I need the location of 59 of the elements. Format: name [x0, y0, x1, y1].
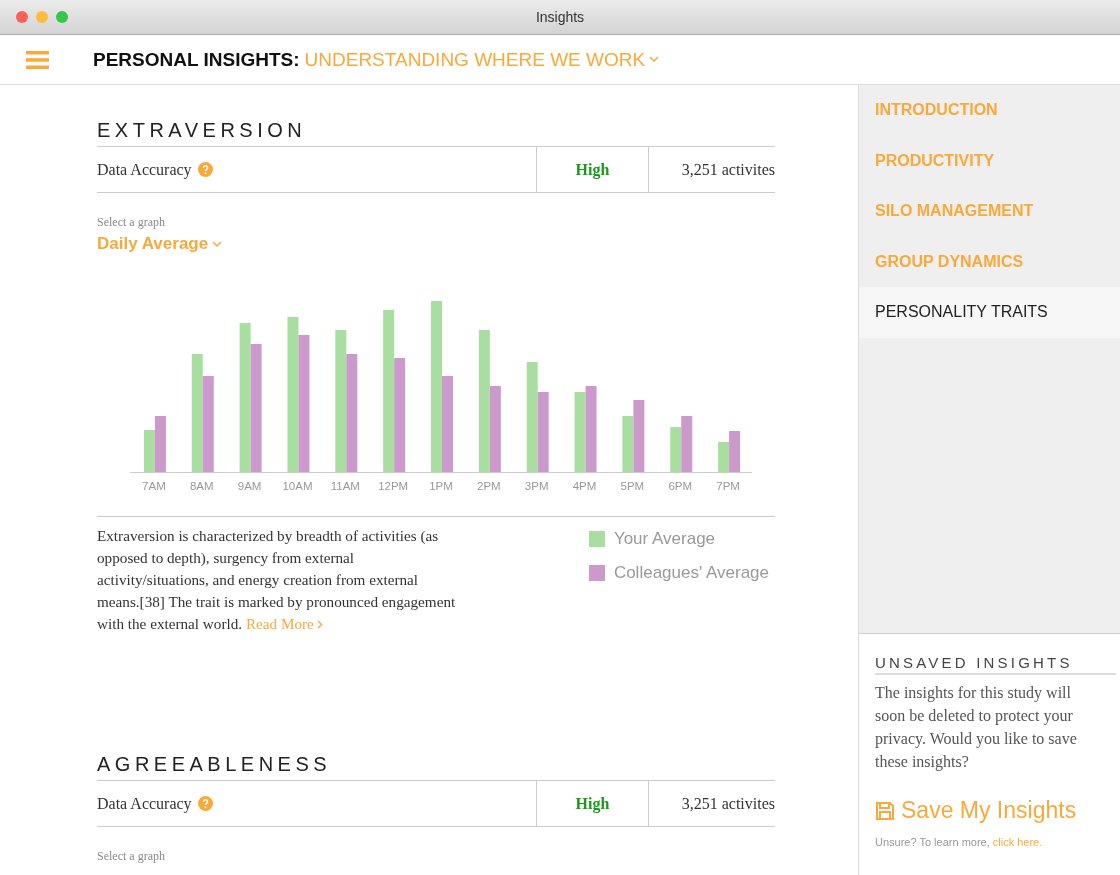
nav-item[interactable]: GROUP DYNAMICS: [859, 236, 1120, 287]
zoom-icon[interactable]: [56, 11, 68, 23]
accuracy-label: Data Accuracy: [97, 160, 192, 179]
bar: [681, 416, 693, 472]
caret-icon: [649, 56, 660, 63]
axis-label: 11AM: [330, 480, 360, 492]
axis-label: 4PM: [572, 480, 597, 492]
activity-count: 3,251 activites: [681, 160, 775, 179]
caret-icon: [212, 240, 223, 248]
bar: [718, 442, 730, 472]
axis-label: 7PM: [716, 480, 740, 492]
close-icon[interactable]: [16, 11, 28, 23]
axis-label: 10AM: [282, 480, 313, 492]
bar: [670, 427, 682, 472]
nav-item[interactable]: PERSONALITY TRAITS: [859, 287, 1120, 338]
minimize-icon[interactable]: [36, 11, 48, 23]
help-icon[interactable]: [197, 162, 213, 177]
axis-label: 3PM: [524, 480, 549, 492]
bar: [622, 416, 634, 472]
help-icon[interactable]: [197, 796, 213, 811]
accuracy-value: High: [575, 794, 610, 813]
bar: [143, 430, 155, 472]
graph-dropdown[interactable]: Daily Average: [97, 234, 223, 254]
axis-label: 5PM: [620, 480, 645, 492]
legend-label: Your Average: [613, 529, 716, 549]
bar: [633, 400, 645, 472]
section-title: EXTRAVERSION: [97, 119, 775, 147]
save-button[interactable]: Save My Insights: [875, 797, 1077, 824]
axis-label: 1PM: [429, 480, 453, 492]
axis-label: 2PM: [477, 480, 501, 492]
axis-label: 6PM: [668, 480, 693, 492]
read-more-link[interactable]: Read More: [245, 615, 323, 632]
nav-item[interactable]: PRODUCTIVITY: [859, 135, 1120, 186]
legend-label: Colleagues' Average: [613, 563, 769, 583]
study-dropdown[interactable]: UNDERSTANDING WHERE WE WORK: [304, 48, 660, 71]
description: Extraversion is characterized by breadth of activities (as opposed to depth), surgency from external activity/situations, and energy creation from external means.[38] The trait is marked by pronounced engagement with the external world. Read More: [97, 526, 457, 634]
page-title: PERSONAL INSIGHTS:: [93, 48, 300, 71]
accuracy-label: Data Accuracy: [97, 794, 192, 813]
section-title: AGREEABLENESS: [97, 753, 775, 781]
bar: [729, 431, 741, 472]
save-icon: [875, 800, 895, 821]
axis-label: 7AM: [142, 480, 166, 492]
activity-count: 3,251 activites: [681, 794, 775, 813]
help-note: Unsure? To learn more,: [875, 836, 990, 848]
window-title: Insights: [535, 9, 585, 25]
menu-icon[interactable]: [26, 50, 49, 69]
select-label: Select a graph: [97, 215, 166, 230]
axis-label: 12PM: [378, 480, 409, 492]
unsaved-text: The insights for this study will soon be deleted to protect your privacy. Would you like to save these insights?: [875, 683, 1078, 773]
nav-item[interactable]: INTRODUCTION: [859, 85, 1120, 136]
accuracy-value: High: [575, 160, 610, 179]
unsaved-title: UNSAVED INSIGHTS: [875, 654, 1116, 675]
learn-more-link[interactable]: click here.: [992, 836, 1043, 848]
chevron-icon: [316, 620, 323, 629]
axis-label: 9AM: [237, 480, 262, 492]
select-label: Select a graph: [97, 849, 166, 864]
axis-label: 8AM: [189, 480, 214, 492]
bar: [154, 416, 166, 472]
nav-item[interactable]: SILO MANAGEMENT: [859, 186, 1120, 237]
